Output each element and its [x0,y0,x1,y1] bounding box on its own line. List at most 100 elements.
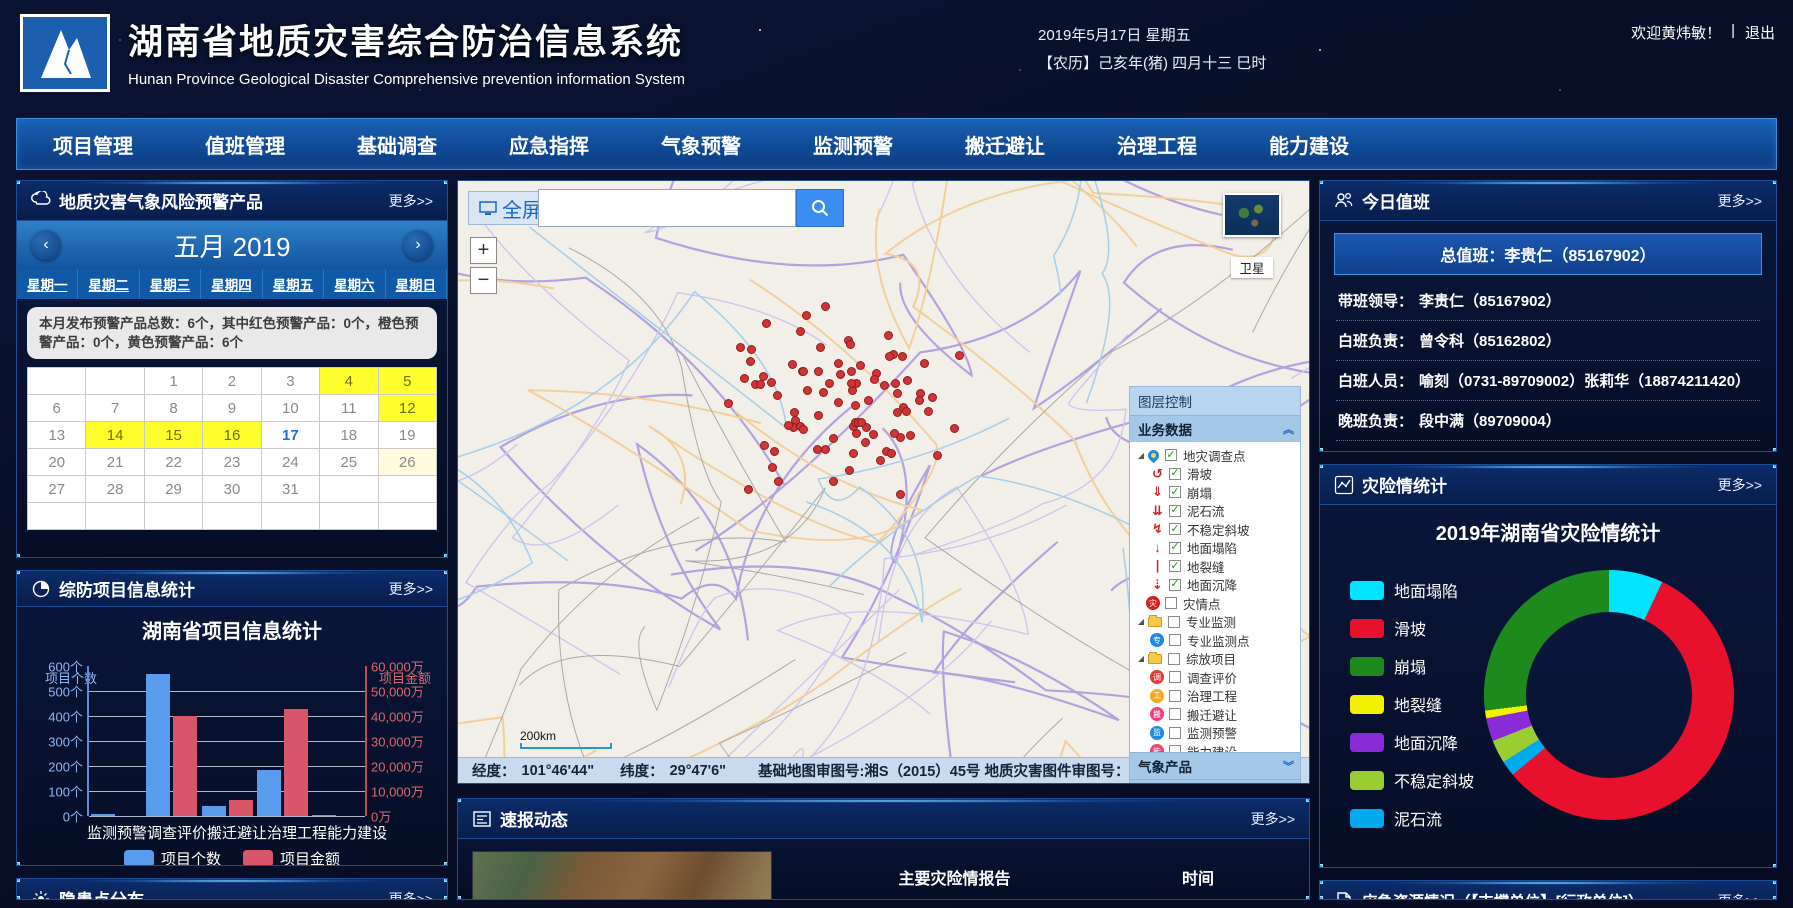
calendar-day-2[interactable]: 2 [203,368,261,395]
disaster-point[interactable] [784,421,793,430]
disaster-point[interactable] [898,352,907,361]
disaster-point[interactable] [760,441,769,450]
layer-item-搬迁避让[interactable]: 搬搬迁避让 [1136,705,1298,724]
layer-item-灾情点[interactable]: 灾灾情点 [1136,594,1298,613]
disaster-point[interactable] [906,431,915,440]
disaster-point[interactable] [928,393,937,402]
calendar-day-14[interactable]: 14 [86,422,144,449]
disaster-point[interactable] [902,407,911,416]
map-search-input[interactable] [538,189,796,227]
calendar-day-23[interactable]: 23 [203,449,261,476]
project-stats-more-link[interactable]: 更多>> [389,579,433,599]
calendar-day-28[interactable]: 28 [86,476,144,503]
layer-item-专业监测点[interactable]: 专专业监测点 [1136,631,1298,650]
disaster-point[interactable] [920,359,929,368]
disaster-point[interactable] [834,398,843,407]
donut-legend-崩塌[interactable]: 崩塌 [1350,654,1474,678]
layer-checkbox-治理工程[interactable] [1169,690,1181,702]
emergency-more-link[interactable]: 更多>> [1718,891,1762,901]
bar-legend-项目金额[interactable]: 项目金额 [243,848,340,866]
hidden-danger-more-link[interactable]: 更多>> [389,889,433,901]
layer-item-滑坡[interactable]: ↺✓滑坡 [1136,465,1298,484]
disaster-point[interactable] [724,399,733,408]
layer-checkbox-综放项目[interactable] [1168,653,1180,665]
calendar-day-13[interactable]: 13 [28,422,86,449]
nav-item-6[interactable]: 搬迁避让 [929,130,1081,159]
layer-item-治理工程[interactable]: 工治理工程 [1136,687,1298,706]
layer-item-专业监测[interactable]: ◢专业监测 [1136,613,1298,632]
layer-checkbox-滑坡[interactable]: ✓ [1169,468,1181,480]
calendar-day-4[interactable]: 4 [320,368,378,395]
calendar-day-29[interactable]: 29 [144,476,202,503]
disaster-point[interactable] [788,360,797,369]
disaster-point[interactable] [896,490,905,499]
layer-checkbox-灾情点[interactable] [1165,597,1177,609]
layer-checkbox-地灾调查点[interactable]: ✓ [1165,449,1177,461]
layer-item-地裂缝[interactable]: ∣✓地裂缝 [1136,557,1298,576]
layer-item-地面塌陷[interactable]: ↓✓地面塌陷 [1136,539,1298,558]
calendar-day-10[interactable]: 10 [261,395,319,422]
disaster-point[interactable] [814,367,823,376]
warning-more-link[interactable]: 更多>> [389,191,433,211]
disaster-point[interactable] [799,425,808,434]
nav-item-2[interactable]: 基础调查 [321,130,473,159]
layer-item-能力建设[interactable]: 能能力建设 [1136,742,1298,752]
calendar-day-5[interactable]: 5 [378,368,436,395]
disaster-point[interactable] [803,386,812,395]
bar-legend-项目个数[interactable]: 项目个数 [124,848,221,866]
calendar-day-11[interactable]: 11 [320,395,378,422]
donut-legend-地面塌陷[interactable]: 地面塌陷 [1350,578,1474,602]
nav-item-3[interactable]: 应急指挥 [473,130,625,159]
disaster-point[interactable] [747,345,756,354]
layer-checkbox-专业监测点[interactable] [1169,634,1181,646]
calendar-day-7[interactable]: 7 [86,395,144,422]
nav-item-8[interactable]: 能力建设 [1233,130,1385,159]
layer-checkbox-监测预警[interactable] [1169,727,1181,739]
nav-item-0[interactable]: 项目管理 [17,130,169,159]
layer-item-调查评价[interactable]: 调调查评价 [1136,668,1298,687]
donut-legend-滑坡[interactable]: 滑坡 [1350,616,1474,640]
calendar-day-15[interactable]: 15 [144,422,202,449]
layer-checkbox-能力建设[interactable] [1169,745,1181,752]
map-container[interactable]: 全屏 + − 卫星 图层控制 [457,180,1310,784]
express-more-link[interactable]: 更多>> [1251,809,1295,829]
disaster-point[interactable] [891,379,900,388]
donut-legend-地面沉降[interactable]: 地面沉降 [1350,730,1474,754]
disaster-stats-more-link[interactable]: 更多>> [1718,475,1762,495]
calendar-day-1[interactable]: 1 [144,368,202,395]
logout-button[interactable]: 退出 [1745,22,1775,43]
layer-item-不稳定斜坡[interactable]: ↯✓不稳定斜坡 [1136,520,1298,539]
tree-caret[interactable]: ◢ [1136,617,1146,626]
disaster-point[interactable] [770,447,779,456]
calendar-day-8[interactable]: 8 [144,395,202,422]
calendar-day-18[interactable]: 18 [320,422,378,449]
disaster-point[interactable] [756,380,765,389]
layer-item-地面沉降[interactable]: ⇣✓地面沉降 [1136,576,1298,595]
layer-checkbox-地面塌陷[interactable]: ✓ [1169,542,1181,554]
nav-item-5[interactable]: 监测预警 [777,130,929,159]
tree-caret[interactable]: ◢ [1136,654,1146,663]
disaster-point[interactable] [821,445,830,454]
calendar-day-20[interactable]: 20 [28,449,86,476]
disaster-point[interactable] [814,411,823,420]
disaster-photo[interactable] [472,851,772,900]
layer-checkbox-地面沉降[interactable]: ✓ [1169,579,1181,591]
layer-item-地灾调查点[interactable]: ◢✓地灾调查点 [1136,446,1298,465]
donut-legend-泥石流[interactable]: 泥石流 [1350,806,1474,830]
disaster-point[interactable] [915,396,924,405]
calendar-day-25[interactable]: 25 [320,449,378,476]
calendar-day-26[interactable]: 26 [378,449,436,476]
layer-section-business[interactable]: 业务数据 ︽ [1130,415,1300,442]
calendar-day-17[interactable]: 17 [261,422,319,449]
disaster-point[interactable] [924,407,933,416]
layer-item-综放项目[interactable]: ◢综放项目 [1136,650,1298,669]
layer-checkbox-崩塌[interactable]: ✓ [1169,486,1181,498]
disaster-point[interactable] [869,430,878,439]
disaster-point[interactable] [933,451,942,460]
disaster-point[interactable] [762,319,771,328]
layer-checkbox-搬迁避让[interactable] [1169,708,1181,720]
layer-checkbox-调查评价[interactable] [1169,671,1181,683]
zoom-out-button[interactable]: − [470,267,497,294]
calendar-prev-button[interactable]: ‹ [31,230,61,260]
layer-section-1[interactable]: 专题地图︾ [1130,779,1300,784]
